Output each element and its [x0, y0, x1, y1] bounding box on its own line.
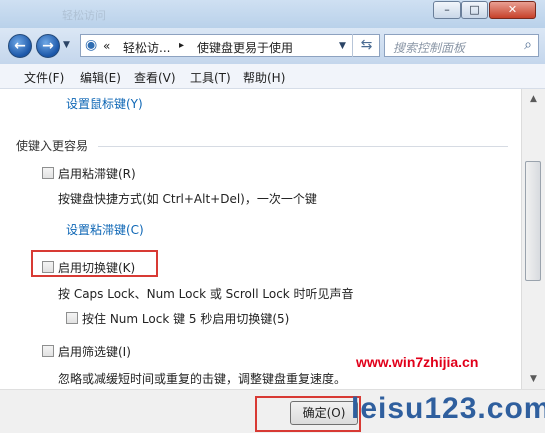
toggle-keys-checkbox[interactable]: [42, 261, 54, 273]
minimize-icon: –: [444, 3, 450, 16]
num-lock-hold-label[interactable]: 按住 Num Lock 键 5 秒启用切换键(5): [82, 310, 289, 327]
section-divider: [98, 146, 508, 147]
breadcrumb-separator-icon[interactable]: ▸: [179, 40, 184, 51]
scroll-up-icon[interactable]: ▲: [525, 91, 542, 107]
filter-keys-description: 忽略或减缓短时间或重复的击键，调整键盘重复速度。: [58, 372, 347, 386]
maximize-button[interactable]: □: [461, 1, 488, 19]
vertical-scrollbar[interactable]: ▲ ▼: [521, 89, 545, 389]
title-bar: 轻松访问 – □ ✕: [0, 0, 545, 28]
menu-bar: 文件(F) 编辑(E) 查看(V) 工具(T) 帮助(H): [0, 64, 545, 89]
control-panel-icon: ◉: [85, 37, 98, 53]
filter-keys-label[interactable]: 启用筛选键(I): [58, 343, 131, 360]
content-pane: 设置鼠标键(Y) 使键入更容易 启用粘滞键(R) 按键盘快捷方式(如 Ctrl+…: [0, 89, 521, 432]
breadcrumb-current-page[interactable]: 使键盘更易于使用: [197, 39, 293, 56]
section-title: 使键入更容易: [16, 139, 89, 153]
close-button[interactable]: ✕: [489, 1, 536, 19]
toggle-keys-label[interactable]: 启用切换键(K): [58, 259, 135, 276]
minimize-button[interactable]: –: [433, 1, 461, 19]
sticky-keys-label[interactable]: 启用粘滞键(R): [58, 165, 136, 182]
set-up-mouse-keys-link[interactable]: 设置鼠标键(Y): [66, 95, 143, 112]
back-button[interactable]: ←: [8, 34, 32, 58]
sticky-keys-description: 按键盘快捷方式(如 Ctrl+Alt+Del)，一次一个键: [58, 192, 317, 206]
filter-keys-checkbox[interactable]: [42, 345, 54, 357]
address-bar[interactable]: ◉ « 轻松访... ▸ 使键盘更易于使用 ▼: [80, 34, 380, 57]
breadcrumb-overflow[interactable]: «: [103, 39, 110, 53]
maximize-icon: □: [469, 3, 480, 16]
scrollbar-thumb[interactable]: [525, 161, 541, 281]
navigation-bar: ← → ▼ ◉ « 轻松访... ▸ 使键盘更易于使用 ▼ ⇆ 搜索控制面板 ⌕: [0, 28, 545, 64]
sticky-keys-checkbox[interactable]: [42, 167, 54, 179]
recent-pages-dropdown[interactable]: ▼: [63, 40, 70, 50]
window-title: 轻松访问: [62, 9, 106, 22]
search-input[interactable]: 搜索控制面板: [393, 39, 465, 56]
arrow-right-icon: →: [42, 38, 54, 54]
search-box[interactable]: 搜索控制面板 ⌕: [384, 34, 539, 57]
watermark-top: www.win7zhijia.cn: [356, 354, 479, 370]
refresh-button[interactable]: ⇆: [352, 34, 380, 57]
watermark-bottom: leisu123.com: [351, 392, 545, 425]
toggle-keys-description: 按 Caps Lock、Num Lock 或 Scroll Lock 时听见声音: [58, 287, 354, 301]
refresh-icon: ⇆: [360, 37, 373, 53]
forward-button[interactable]: →: [36, 34, 60, 58]
set-up-sticky-keys-link[interactable]: 设置粘滞键(C): [66, 221, 144, 238]
menu-tools[interactable]: 工具(T): [190, 69, 231, 86]
arrow-left-icon: ←: [14, 38, 26, 54]
scroll-down-icon[interactable]: ▼: [525, 371, 542, 387]
breadcrumb-ease-of-access[interactable]: 轻松访...: [123, 39, 170, 56]
search-icon[interactable]: ⌕: [524, 37, 532, 53]
num-lock-hold-checkbox[interactable]: [66, 312, 78, 324]
close-icon: ✕: [507, 3, 518, 16]
address-dropdown-icon[interactable]: ▼: [339, 41, 346, 51]
ok-highlight-box: [255, 396, 361, 432]
menu-file[interactable]: 文件(F): [24, 69, 64, 86]
menu-edit[interactable]: 编辑(E): [80, 69, 121, 86]
menu-view[interactable]: 查看(V): [134, 69, 176, 86]
menu-help[interactable]: 帮助(H): [243, 69, 285, 86]
